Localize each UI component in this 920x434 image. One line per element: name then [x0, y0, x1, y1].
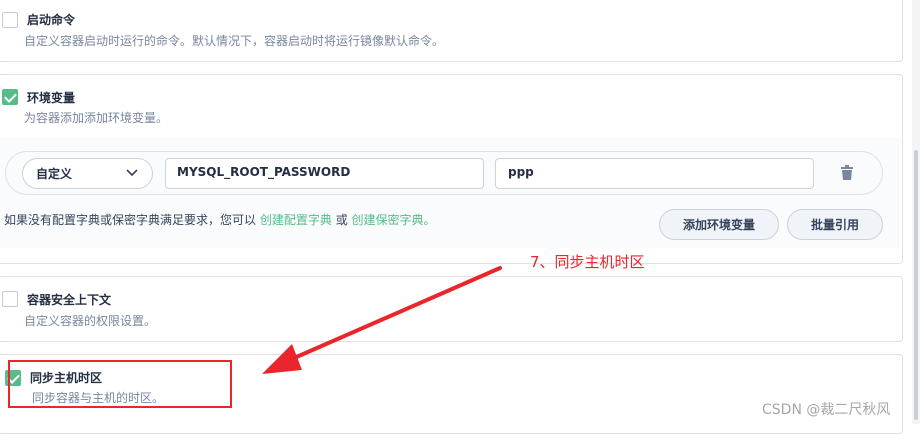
- watermark: CSDN @裁二尺秋风: [762, 402, 891, 418]
- annotation-label: 7、同步主机时区: [530, 253, 645, 271]
- annotation-arrow-icon: [262, 266, 502, 374]
- scrollbar-thumb[interactable]: [914, 150, 918, 420]
